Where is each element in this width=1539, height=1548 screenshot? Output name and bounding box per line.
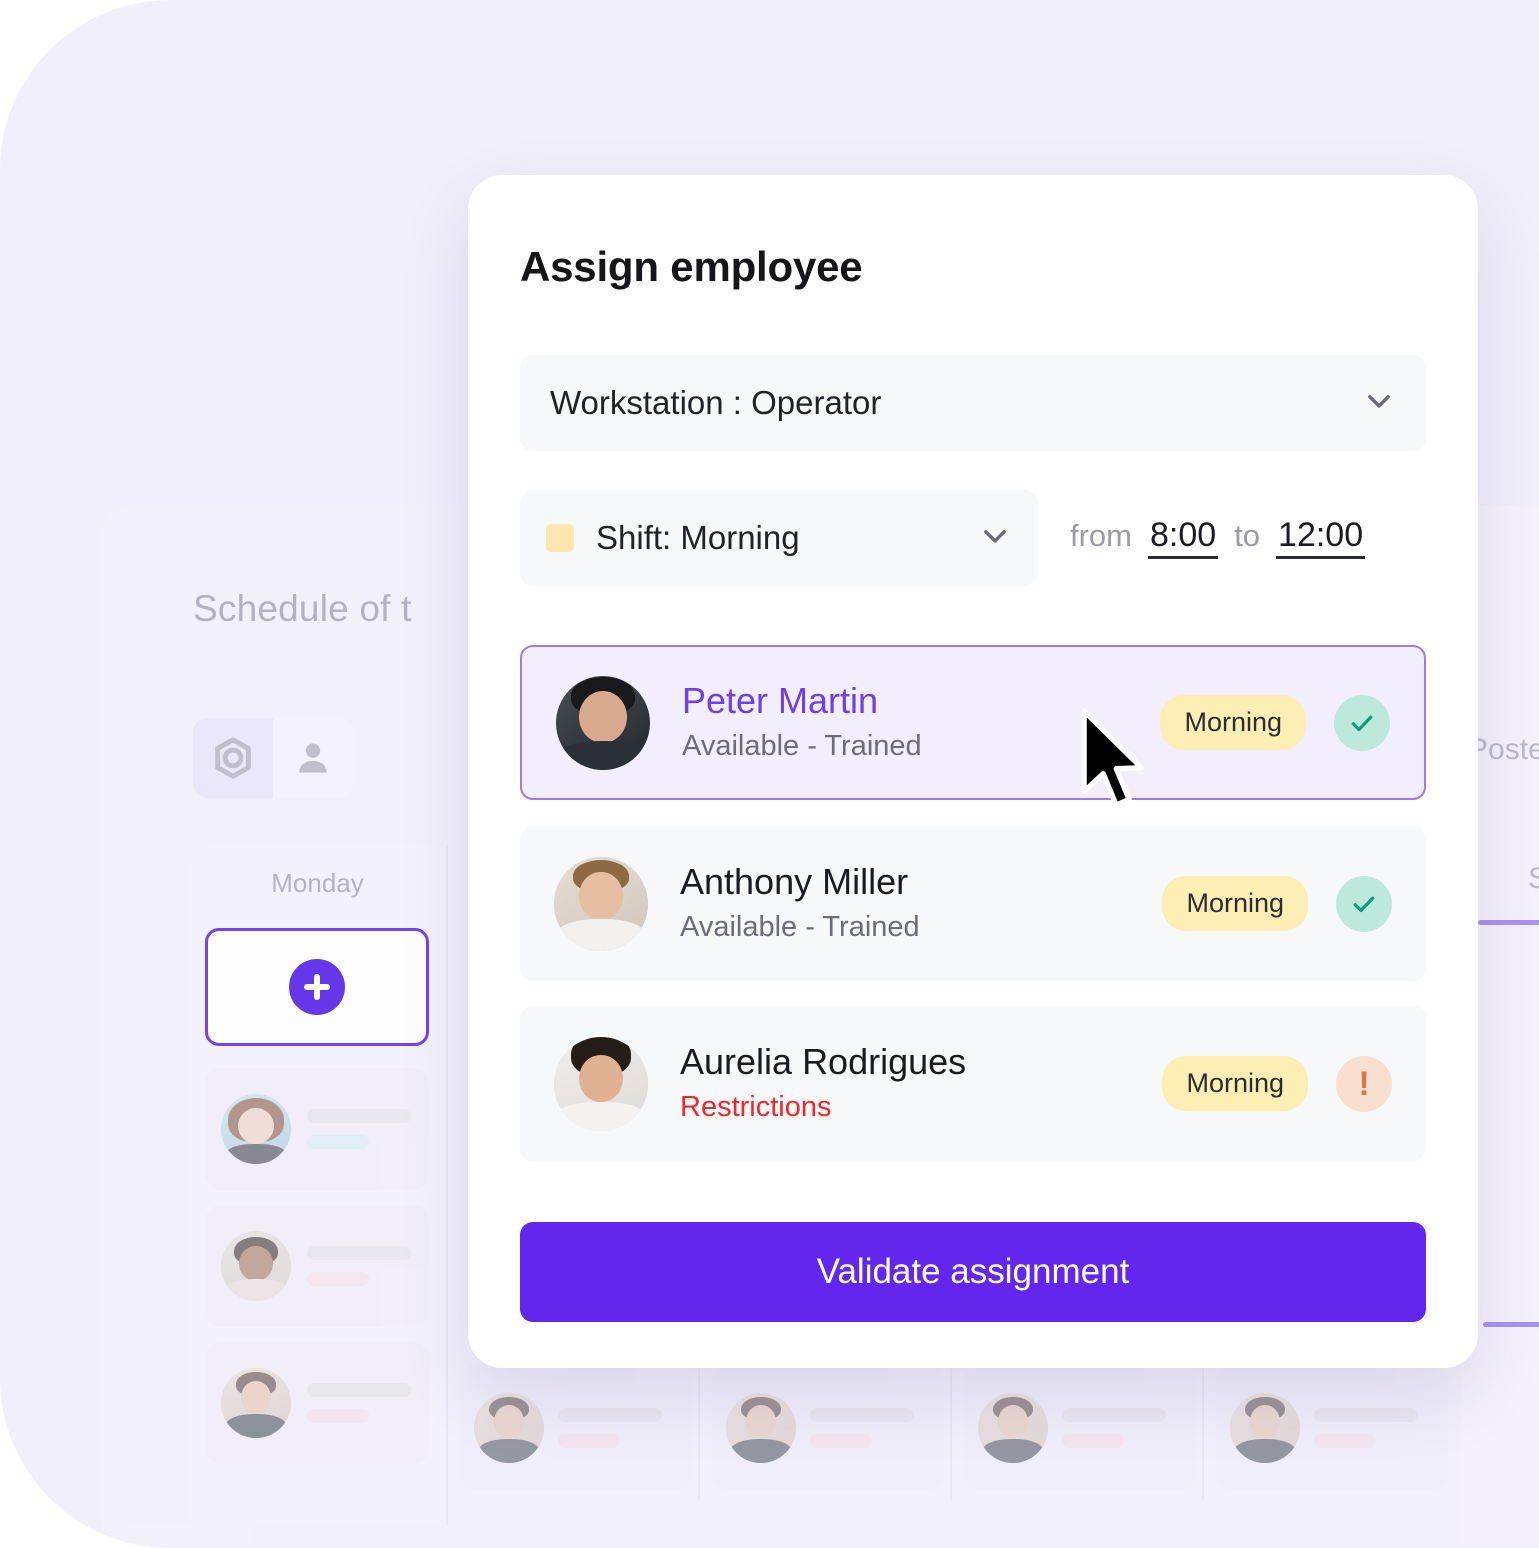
time-to-label: to xyxy=(1234,517,1261,553)
list-item[interactable] xyxy=(712,1365,944,1490)
column-divider xyxy=(698,1360,700,1500)
hexagon-nut-icon xyxy=(210,735,256,781)
chevron-down-icon[interactable] xyxy=(978,519,1012,558)
workstation-select-value: Workstation : Operator xyxy=(550,384,882,421)
shift-badge: Morning xyxy=(1162,876,1308,931)
page-canvas: Schedule of t Monday Poste S Assign empl… xyxy=(0,0,1539,1548)
view-toggle-employee[interactable] xyxy=(273,718,353,798)
day-column-label: Monday xyxy=(271,868,364,898)
shift-badge: Morning xyxy=(1160,695,1306,750)
right-panel-rule xyxy=(1478,920,1539,925)
background-app-title: Schedule of t xyxy=(193,588,412,629)
avatar xyxy=(221,1231,291,1301)
person-icon xyxy=(291,736,335,780)
shift-color-swatch xyxy=(546,524,574,552)
employee-row-peter-martin[interactable]: Peter Martin Available - Trained Morning xyxy=(520,645,1426,800)
time-range: from 8:00 to 12:00 xyxy=(1070,517,1366,559)
exclamation-icon: ! xyxy=(1336,1055,1392,1112)
view-toggle-group[interactable] xyxy=(193,718,353,798)
avatar xyxy=(978,1392,1048,1463)
avatar xyxy=(554,1036,648,1131)
list-item[interactable] xyxy=(205,1205,429,1327)
avatar xyxy=(726,1392,796,1463)
shift-select-value: Shift: Morning xyxy=(596,519,800,556)
list-item[interactable] xyxy=(205,1068,429,1190)
list-item[interactable] xyxy=(964,1365,1196,1490)
check-icon xyxy=(1334,694,1390,751)
column-divider xyxy=(950,1360,952,1500)
validate-assignment-button[interactable]: Validate assignment xyxy=(520,1222,1426,1322)
avatar xyxy=(474,1392,544,1463)
employee-row-anthony-miller[interactable]: Anthony Miller Available - Trained Morni… xyxy=(520,826,1426,981)
employee-name: Aurelia Rodrigues xyxy=(680,1041,967,1083)
right-panel-column-header: Poste xyxy=(1468,733,1539,766)
avatar xyxy=(221,1094,291,1164)
column-divider xyxy=(1202,1360,1204,1500)
avatar xyxy=(1230,1392,1300,1463)
shift-select[interactable]: Shift: Morning xyxy=(520,490,1038,586)
employee-status: Available - Trained xyxy=(680,910,920,943)
check-icon xyxy=(1336,875,1392,932)
add-assignment-card[interactable] xyxy=(205,928,429,1046)
time-to-input[interactable]: 12:00 xyxy=(1276,518,1366,559)
avatar xyxy=(221,1368,291,1438)
chevron-down-icon[interactable] xyxy=(1362,384,1396,423)
plus-icon[interactable] xyxy=(289,959,345,1015)
right-panel-rule xyxy=(1483,1322,1539,1327)
workstation-select[interactable]: Workstation : Operator xyxy=(520,355,1426,451)
employee-row-aurelia-rodrigues[interactable]: Aurelia Rodrigues Restrictions Morning ! xyxy=(520,1006,1426,1161)
shift-badge: Morning xyxy=(1162,1056,1308,1111)
employee-name: Peter Martin xyxy=(682,680,879,722)
time-from-label: from xyxy=(1070,517,1132,553)
page-title: Assign employee xyxy=(520,243,863,290)
list-item[interactable] xyxy=(460,1365,692,1490)
view-toggle-workstation[interactable] xyxy=(193,718,273,798)
avatar xyxy=(556,675,650,770)
employee-name: Anthony Miller xyxy=(680,861,909,903)
column-divider xyxy=(446,845,448,1525)
time-from-input[interactable]: 8:00 xyxy=(1148,518,1219,559)
employee-status: Restrictions xyxy=(680,1090,832,1123)
avatar xyxy=(554,856,648,951)
list-item[interactable] xyxy=(1216,1365,1448,1490)
shift-time-row: Shift: Morning from 8:00 to 12:00 xyxy=(520,490,1426,586)
right-panel-secondary-text: S xyxy=(1528,862,1539,895)
employee-status: Available - Trained xyxy=(682,729,922,762)
assign-employee-modal: Assign employee Workstation : Operator S… xyxy=(468,175,1478,1368)
list-item[interactable] xyxy=(205,1342,429,1464)
